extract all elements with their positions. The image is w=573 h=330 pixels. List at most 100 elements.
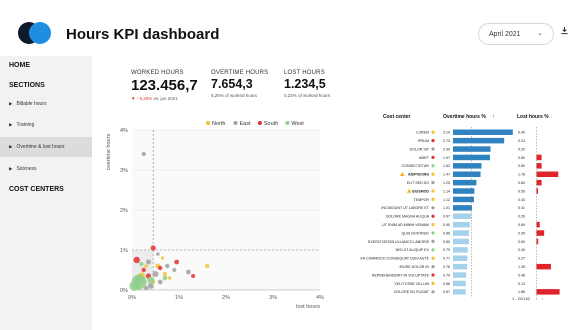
y-tick-label: 0% [120, 288, 128, 294]
scatter-point [141, 267, 146, 273]
sidebar-item-sickness[interactable]: ▶ Sickness [0, 159, 92, 179]
cost-center-label: DOLOR SIT [410, 147, 430, 151]
sidebar-item-label: Sickness [16, 166, 37, 172]
overtime-value: 0.97 [443, 215, 450, 219]
cost-center-label: NISI UT ALIQUIP EX [396, 248, 430, 252]
region-dot [431, 139, 435, 143]
region-dot [431, 155, 435, 159]
overtime-value: 0.70 [443, 273, 450, 277]
sidebar-home[interactable]: HOME [9, 62, 30, 69]
overtime-value: 0.85 [443, 231, 450, 235]
triangle-right-icon: ▶ [9, 166, 13, 171]
y-tick-label: 1% [120, 248, 128, 254]
pager-range: 1 - 20/152 [512, 296, 531, 301]
cost-center-label: IPSUM [418, 139, 429, 143]
lost-bar [536, 263, 551, 270]
sidebar-item-billable-hours[interactable]: ▶ Billable hours [0, 94, 92, 114]
legend-marker [285, 121, 290, 125]
scatter-point [205, 263, 210, 269]
legend-marker [206, 121, 210, 125]
scatter-point [156, 252, 160, 256]
overtime-value: 0.67 [443, 290, 450, 294]
x-tick-label: 0% [128, 295, 136, 301]
sidebar: HOME SECTIONS ▶ Billable hours ▶ Trainin… [0, 56, 92, 330]
overtime-bar [453, 230, 469, 236]
region-dot [431, 290, 435, 294]
sidebar-item-training[interactable]: ▶ Training [0, 115, 92, 135]
chevron-right-icon[interactable]: › [542, 296, 543, 301]
scatter-point [191, 274, 196, 278]
lost-value: 0.27 [518, 257, 525, 261]
cost-center-label: EA COMMODO CONSEQUAT DUIS AUTE [360, 257, 429, 261]
lost-bar [536, 221, 540, 228]
header: Hours KPI dashboard April 2021 ⌄ [0, 0, 573, 56]
x-tick-label: 4% [316, 295, 324, 301]
overtime-value: 1.47 [443, 173, 450, 177]
region-dot [431, 181, 435, 185]
cost-center-table: Cost center Overtime hours % ↑ Lost hour… [350, 114, 573, 304]
cost-center-label: AMET [419, 156, 430, 160]
overtime-value: 0.68 [443, 282, 450, 286]
lost-bar [536, 289, 560, 295]
scatter-point [141, 151, 146, 157]
lost-bar [536, 163, 542, 169]
kpi-value: 123.456,7 [131, 77, 198, 94]
cost-center-label: ADIPISCING [408, 173, 429, 177]
lost-bar [536, 230, 545, 236]
cost-center-label: LOREM [416, 131, 429, 135]
chevron-left-icon[interactable]: ‹ [536, 296, 537, 301]
cost-center-label: REPREHENDERIT IN VOLUPTATE [372, 273, 430, 277]
overtime-value: 1.25 [443, 181, 450, 185]
cost-center-label: TEMPOR [414, 198, 430, 202]
y-tick-label: 3% [120, 168, 128, 174]
warning-icon [400, 172, 405, 176]
warning-icon [406, 188, 412, 193]
lost-value: 0.26 [518, 215, 525, 219]
overtime-bar [453, 179, 477, 186]
month-select-value: April 2021 [489, 30, 521, 38]
triangle-right-icon: ▶ [9, 122, 13, 127]
kpi-sub: 0,22% of worked hours [284, 93, 331, 98]
x-tick-label: 1% [175, 295, 183, 301]
overtime-value: 0.79 [443, 248, 450, 252]
scatter-point [160, 256, 165, 260]
app-logo [18, 22, 51, 44]
kpi-overtime-hours: OVERTIME HOURS 7.654,3 6,25% of worked h… [211, 70, 268, 98]
lost-bar [536, 154, 542, 161]
sidebar-cost-centers-title[interactable]: COST CENTERS [9, 186, 64, 193]
month-select[interactable]: April 2021 ⌄ [478, 23, 554, 45]
sidebar-sections-title: SECTIONS [9, 82, 45, 89]
scatter-point [145, 259, 151, 265]
scatter-point [162, 275, 168, 281]
region-dot [431, 147, 435, 151]
cost-center-label: UT ENIM AD MINIM VENIAM [382, 223, 429, 227]
download-icon[interactable] [560, 26, 569, 37]
overtime-value: 1.97 [443, 156, 450, 160]
overtime-value: 0.90 [443, 223, 450, 227]
kpi-label: LOST HOURS [284, 70, 325, 76]
pagination: 1 - 20/152 ‹ › [512, 296, 543, 301]
triangle-right-icon: ▶ [9, 144, 13, 149]
lost-value: 1.86 [518, 290, 525, 294]
sidebar-item-label: Training [16, 122, 35, 128]
overtime-bar [453, 263, 468, 270]
overtime-bar [453, 272, 467, 278]
legend-marker [257, 121, 262, 125]
overtime-bar [453, 137, 505, 144]
sidebar-item-overtime-lost-hours[interactable]: ▶ Overtime & lost hours [0, 137, 92, 157]
cost-center-label: ELIT SED DO [407, 181, 430, 185]
scatter-point [165, 263, 170, 269]
lost-value: 0.20 [518, 147, 525, 151]
scatter-point [148, 283, 154, 289]
scatter-point [139, 261, 144, 267]
lost-value: 1.35 [518, 265, 525, 269]
scatter-point [186, 269, 191, 275]
cost-center-label: CONSECTETUR [402, 164, 430, 168]
legend-label: North [212, 121, 225, 127]
x-tick-label: 3% [269, 295, 277, 301]
scatter-chart: 0% 1% 2% 3% 4% 0% 1% 2% 3% 4% lost hours overtime h… [106, 121, 324, 310]
lost-value: 0.48 [518, 273, 525, 277]
cost-center-label: EXERCITATION ULLAMCO LABORIS [368, 240, 430, 244]
kpi-value: 7.654,3 [211, 77, 253, 91]
scatter-point [150, 245, 156, 251]
